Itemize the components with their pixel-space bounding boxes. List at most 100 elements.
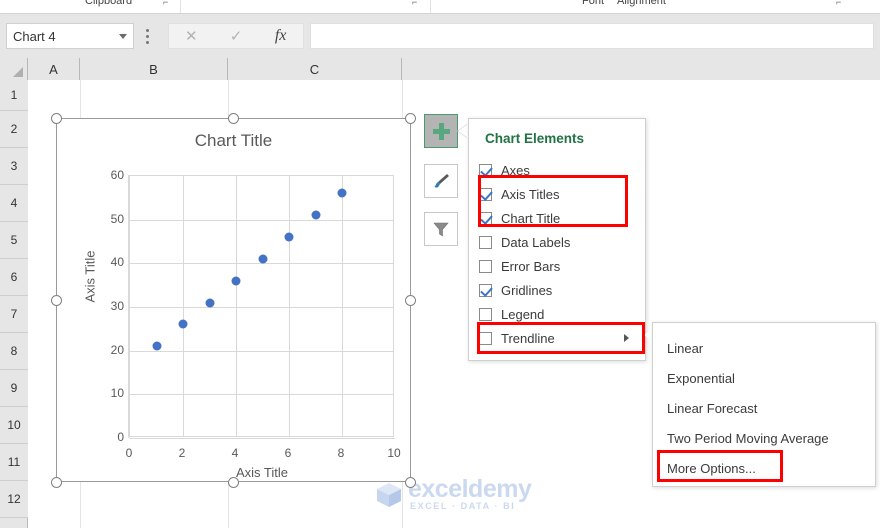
chart-element-label: Data Labels (501, 235, 570, 250)
row-header-1[interactable]: 1 (0, 80, 28, 111)
watermark-brand: exceldemy (408, 475, 531, 504)
data-point[interactable] (285, 233, 294, 242)
formula-input[interactable] (310, 23, 874, 49)
chart-filters-button[interactable] (424, 212, 458, 246)
x-tick-8: 8 (326, 446, 356, 460)
checkbox-legend[interactable] (479, 308, 492, 321)
excel-window: Clipboard ⌐ Font ⌐ Alignment ⌐ Chart 4 ✕… (0, 0, 880, 528)
x-tick-2: 2 (167, 446, 197, 460)
cancel-icon[interactable]: ✕ (171, 29, 211, 44)
row-header-8[interactable]: 8 (0, 333, 28, 370)
submenu-item-exponential[interactable]: Exponential (667, 363, 735, 393)
y-tick-50: 50 (94, 212, 124, 226)
resize-handle-middle-left[interactable] (51, 295, 62, 306)
resize-handle-top-center[interactable] (228, 113, 239, 124)
checkbox-gridlines[interactable] (479, 284, 492, 297)
chart-element-axis-titles[interactable]: Axis Titles (479, 182, 641, 206)
select-all-corner[interactable] (0, 58, 28, 80)
y-tick-0: 0 (94, 430, 124, 444)
alignment-launcher-icon[interactable]: ⌐ (836, 0, 841, 7)
row-header-3[interactable]: 3 (0, 148, 28, 185)
chart-element-trendline[interactable]: Trendline (479, 326, 641, 350)
x-tick-10: 10 (379, 446, 409, 460)
submenu-item-more-options[interactable]: More Options... (667, 453, 756, 483)
resize-handle-top-left[interactable] (51, 113, 62, 124)
resize-handle-top-right[interactable] (405, 113, 416, 124)
chart-element-label: Gridlines (501, 283, 552, 298)
chart-element-gridlines[interactable]: Gridlines (479, 278, 641, 302)
resize-handle-bottom-left[interactable] (51, 477, 62, 488)
data-point[interactable] (232, 276, 241, 285)
chart-element-axes[interactable]: Axes (479, 158, 641, 182)
column-header-b[interactable]: B (80, 58, 228, 80)
submenu-item-two-period-moving-average[interactable]: Two Period Moving Average (667, 423, 829, 453)
x-tick-0: 0 (114, 446, 144, 460)
column-header-d[interactable] (402, 58, 880, 80)
name-box[interactable]: Chart 4 (6, 23, 134, 49)
checkbox-trendline[interactable] (479, 332, 492, 345)
paintbrush-icon (431, 171, 451, 191)
panel-pointer (458, 124, 468, 138)
funnel-icon (431, 219, 451, 239)
watermark: exceldemy EXCEL · DATA · BI (374, 474, 534, 518)
row-header-7[interactable]: 7 (0, 296, 28, 333)
formula-bar: Chart 4 ✕ ✓ fx (0, 14, 880, 58)
row-header-10[interactable]: 10 (0, 407, 28, 444)
checkbox-error-bars[interactable] (479, 260, 492, 273)
checkbox-chart-title[interactable] (479, 212, 492, 225)
ribbon-group-clipboard: Clipboard (85, 0, 132, 7)
column-header-c[interactable]: C (228, 58, 402, 80)
chart-elements-button[interactable] (424, 114, 458, 148)
chevron-down-icon[interactable] (119, 34, 127, 39)
x-axis-title[interactable]: Axis Title (129, 465, 395, 480)
row-header-5[interactable]: 5 (0, 222, 28, 259)
row-header-11[interactable]: 11 (0, 444, 28, 481)
data-point[interactable] (152, 342, 161, 351)
chart-element-label: Axis Titles (501, 187, 560, 202)
row-header-12[interactable]: 12 (0, 481, 28, 518)
data-point[interactable] (179, 320, 188, 329)
data-point[interactable] (311, 211, 320, 220)
row-header-9[interactable]: 9 (0, 370, 28, 407)
data-point[interactable] (205, 298, 214, 307)
chart-styles-button[interactable] (424, 164, 458, 198)
submenu-item-linear[interactable]: Linear (667, 333, 703, 363)
more-options-kebab-icon[interactable] (146, 29, 150, 44)
chart-element-label: Axes (501, 163, 530, 178)
resize-handle-bottom-right[interactable] (405, 477, 416, 488)
y-tick-40: 40 (94, 255, 124, 269)
row-header-6[interactable]: 6 (0, 259, 28, 296)
chart-element-error-bars[interactable]: Error Bars (479, 254, 641, 278)
resize-handle-middle-right[interactable] (405, 295, 416, 306)
column-header-row: A B C (0, 58, 880, 80)
y-axis-title[interactable]: Axis Title (83, 217, 98, 337)
submenu-item-linear-forecast[interactable]: Linear Forecast (667, 393, 757, 423)
plus-icon (433, 123, 450, 140)
submenu-arrow-icon[interactable] (624, 334, 629, 342)
checkbox-axis-titles[interactable] (479, 188, 492, 201)
y-tick-30: 30 (94, 299, 124, 313)
chart-element-label: Error Bars (501, 259, 560, 274)
chart-element-chart-title[interactable]: Chart Title (479, 206, 641, 230)
resize-handle-bottom-center[interactable] (228, 477, 239, 488)
checkbox-axes[interactable] (479, 164, 492, 177)
ribbon-bottom-strip: Clipboard ⌐ Font ⌐ Alignment ⌐ (0, 0, 880, 14)
chart-element-data-labels[interactable]: Data Labels (479, 230, 641, 254)
confirm-icon[interactable]: ✓ (216, 29, 256, 44)
column-header-a[interactable]: A (28, 58, 80, 80)
data-point[interactable] (338, 189, 347, 198)
x-tick-4: 4 (220, 446, 250, 460)
insert-function-icon[interactable]: fx (261, 28, 301, 44)
font-launcher-icon[interactable]: ⌐ (412, 0, 417, 7)
clipboard-launcher-icon[interactable]: ⌐ (163, 0, 168, 7)
chart-elements-panel: Chart Elements Axes Axis Titles Chart Ti… (468, 118, 646, 361)
plot-area[interactable] (129, 175, 394, 437)
y-tick-60: 60 (94, 168, 124, 182)
chart-title[interactable]: Chart Title (57, 131, 410, 151)
checkbox-data-labels[interactable] (479, 236, 492, 249)
data-point[interactable] (258, 254, 267, 263)
chart-object[interactable]: Chart Title 60 50 4 (56, 118, 411, 482)
row-header-4[interactable]: 4 (0, 185, 28, 222)
row-header-2[interactable]: 2 (0, 111, 28, 148)
chart-element-legend[interactable]: Legend (479, 302, 641, 326)
